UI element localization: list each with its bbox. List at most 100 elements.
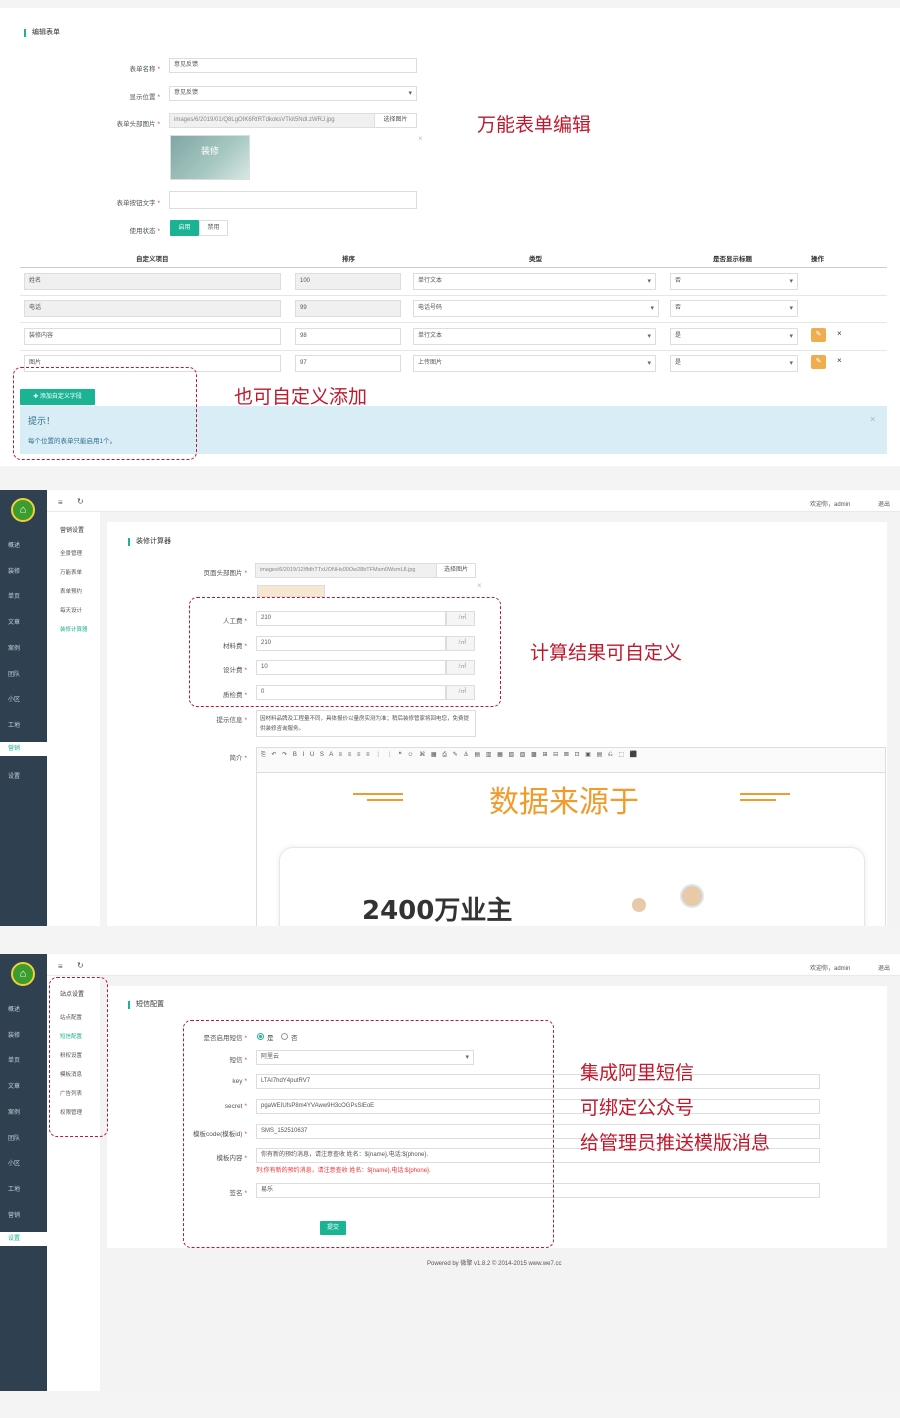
section-title: 短信配置 bbox=[128, 1001, 164, 1009]
status-disable-button[interactable]: 禁用 bbox=[199, 220, 228, 236]
delete-row-icon[interactable]: × bbox=[837, 356, 842, 365]
sidebar-item-overview[interactable]: 概述 bbox=[0, 540, 47, 549]
annotation-main: 万能表单编辑 bbox=[477, 114, 592, 136]
position-select[interactable]: 意见反馈 bbox=[169, 86, 417, 101]
status-enable-button[interactable]: 启用 bbox=[170, 220, 199, 236]
row-show-select[interactable]: 是 bbox=[670, 328, 798, 345]
editor-content[interactable]: 数据来源于 2400万业主 bbox=[256, 773, 886, 926]
intro-label: 简介 * bbox=[229, 755, 247, 762]
row-type-select[interactable]: 电话号码 bbox=[413, 300, 659, 317]
logout-link[interactable]: 退出 bbox=[878, 963, 890, 972]
footer: Powered by 微擎 v1.8.2 © 2014-2015 www.we7… bbox=[427, 1261, 562, 1267]
sidebar-item-overview[interactable]: 概述 bbox=[0, 1004, 47, 1013]
page-image-path: images/6/2019/12/ffdhTTxUONHs00Ow28bTFMs… bbox=[255, 563, 437, 578]
editor-deco-line-right-2 bbox=[740, 799, 776, 801]
annotation-calc: 计算结果可自定义 bbox=[530, 642, 683, 664]
annotation-aliyun: 集成阿里短信 bbox=[580, 1062, 695, 1084]
welcome-text: 欢迎你，admin bbox=[810, 966, 851, 972]
col-header-sort: 排序 bbox=[342, 256, 355, 263]
section-title: 编辑表单 bbox=[24, 29, 60, 37]
welcome-text: 欢迎你，admin bbox=[810, 502, 851, 508]
submenu-item[interactable]: 表单预约 bbox=[60, 587, 82, 595]
button-text-label: 表单按钮文字 * bbox=[116, 200, 160, 207]
sidebar-item-articles[interactable]: 文章 bbox=[0, 1081, 47, 1090]
annotation-wechat: 可绑定公众号 bbox=[580, 1097, 695, 1119]
submenu-item[interactable]: 万能表单 bbox=[60, 568, 82, 576]
sidebar: ⌂ 概述 装修 单页 文章 案例 团队 小区 工地 营销 设置 bbox=[0, 490, 47, 926]
submenu-title: 营销设置 bbox=[60, 528, 85, 534]
row-show-select[interactable]: 否 bbox=[670, 300, 798, 317]
sidebar-item-team[interactable]: 团队 bbox=[0, 1133, 47, 1142]
button-text-input[interactable] bbox=[169, 191, 417, 209]
refresh-icon[interactable]: ↻ bbox=[77, 961, 84, 970]
col-header-actions: 操作 bbox=[811, 256, 824, 263]
alert-close-icon[interactable]: × bbox=[870, 414, 875, 424]
row-name-input[interactable]: 装修内容 bbox=[24, 328, 281, 345]
topbar bbox=[47, 954, 900, 976]
row-type-select[interactable]: 单行文本 bbox=[413, 273, 656, 290]
sidebar-item-team[interactable]: 团队 bbox=[0, 669, 47, 678]
submenu-item[interactable]: 全景管理 bbox=[60, 549, 82, 557]
annotation-box bbox=[189, 597, 501, 707]
row-sort-input[interactable]: 100 bbox=[295, 273, 401, 290]
sidebar-item-community[interactable]: 小区 bbox=[0, 694, 47, 703]
row-name-input[interactable]: 姓名 bbox=[24, 273, 281, 290]
edit-icon[interactable]: ✎ bbox=[811, 355, 826, 369]
sidebar-item-decoration[interactable]: 装修 bbox=[0, 1030, 47, 1039]
submenu-item-active[interactable]: 装修计算器 bbox=[60, 625, 88, 633]
col-header-item: 自定义项目 bbox=[136, 256, 169, 263]
submenu-item[interactable]: 每天设计 bbox=[60, 606, 82, 614]
sidebar-item-single-page[interactable]: 单页 bbox=[0, 1055, 47, 1064]
edit-icon[interactable]: ✎ bbox=[811, 328, 826, 342]
form-name-label: 表单名称 * bbox=[129, 66, 160, 73]
calculator-panel: ⌂ 概述 装修 单页 文章 案例 团队 小区 工地 营销 设置 ≡ ↻ 欢迎你，… bbox=[0, 490, 900, 926]
sidebar-item-settings[interactable]: 设置 bbox=[0, 1232, 47, 1246]
tip-textarea[interactable]: 因材料品牌及工程量不同，具体报价以量房实测为准；稍后装修管家将回电您，免费提供装… bbox=[256, 710, 476, 737]
sidebar-item-decoration[interactable]: 装修 bbox=[0, 566, 47, 575]
row-divider bbox=[20, 295, 887, 296]
header-image-path: images/6/2019/01/Q8LgOIK6RtRTdkoksVTkit5… bbox=[169, 113, 375, 128]
col-header-type: 类型 bbox=[529, 256, 542, 263]
sidebar-item-articles[interactable]: 文章 bbox=[0, 617, 47, 626]
form-name-input[interactable]: 意见反馈 bbox=[169, 58, 417, 73]
row-sort-input[interactable]: 98 bbox=[295, 328, 401, 345]
logout-link[interactable]: 退出 bbox=[878, 499, 890, 508]
choose-image-button[interactable]: 选择图片 bbox=[436, 563, 476, 578]
sidebar-item-site[interactable]: 工地 bbox=[0, 1184, 47, 1193]
editor-deco-line-left bbox=[353, 793, 403, 795]
delete-row-icon[interactable]: × bbox=[837, 329, 842, 338]
row-sort-input[interactable]: 99 bbox=[295, 300, 401, 317]
choose-image-button[interactable]: 选择图片 bbox=[374, 113, 417, 128]
row-sort-input[interactable]: 97 bbox=[295, 355, 401, 372]
sidebar-item-settings[interactable]: 设置 bbox=[0, 771, 47, 780]
refresh-icon[interactable]: ↻ bbox=[77, 497, 84, 506]
row-type-select[interactable]: 上传图片 bbox=[413, 355, 656, 372]
editor-card: 2400万业主 bbox=[279, 847, 865, 926]
position-label: 显示位置 * bbox=[129, 94, 160, 101]
thumbnail-caption: 装修 bbox=[201, 146, 220, 156]
sidebar-item-single-page[interactable]: 单页 bbox=[0, 591, 47, 600]
form-editor-panel: 编辑表单 表单名称* 意见反馈 显示位置* 意见反馈 表单头部图片* image… bbox=[0, 8, 900, 466]
sidebar-item-cases[interactable]: 案例 bbox=[0, 1107, 47, 1116]
sidebar-item-community[interactable]: 小区 bbox=[0, 1158, 47, 1167]
section-title: 装修计算器 bbox=[128, 538, 171, 546]
row-show-select[interactable]: 否 bbox=[670, 273, 798, 290]
sidebar-item-site[interactable]: 工地 bbox=[0, 720, 47, 729]
sidebar-item-marketing[interactable]: 营销 bbox=[0, 742, 47, 756]
editor-subtext: 2400万业主 bbox=[362, 896, 513, 926]
menu-toggle-icon[interactable]: ≡ bbox=[58, 962, 63, 971]
sidebar-item-marketing[interactable]: 营销 bbox=[0, 1210, 47, 1219]
remove-image-icon[interactable]: × bbox=[418, 134, 423, 143]
tip-label: 提示信息 * bbox=[216, 717, 247, 724]
avatar bbox=[632, 898, 646, 912]
annotation-box-submenu bbox=[49, 977, 108, 1137]
editor-toolbar[interactable]: ⎘ ↶ ↷ B I U S A ≡ ≡ ≡ ≡ ⋮ ⋮ ❝ ☺ ⌘ ▦ ⎙ ✎ … bbox=[256, 747, 886, 773]
row-divider bbox=[20, 322, 887, 323]
menu-toggle-icon[interactable]: ≡ bbox=[58, 498, 63, 507]
remove-image-icon[interactable]: × bbox=[477, 581, 482, 590]
row-name-input[interactable]: 电话 bbox=[24, 300, 281, 317]
row-show-select[interactable]: 是 bbox=[670, 355, 798, 372]
sidebar-item-cases[interactable]: 案例 bbox=[0, 643, 47, 652]
row-type-select[interactable]: 单行文本 bbox=[413, 328, 656, 345]
header-thumbnail: 装修 bbox=[170, 135, 250, 180]
